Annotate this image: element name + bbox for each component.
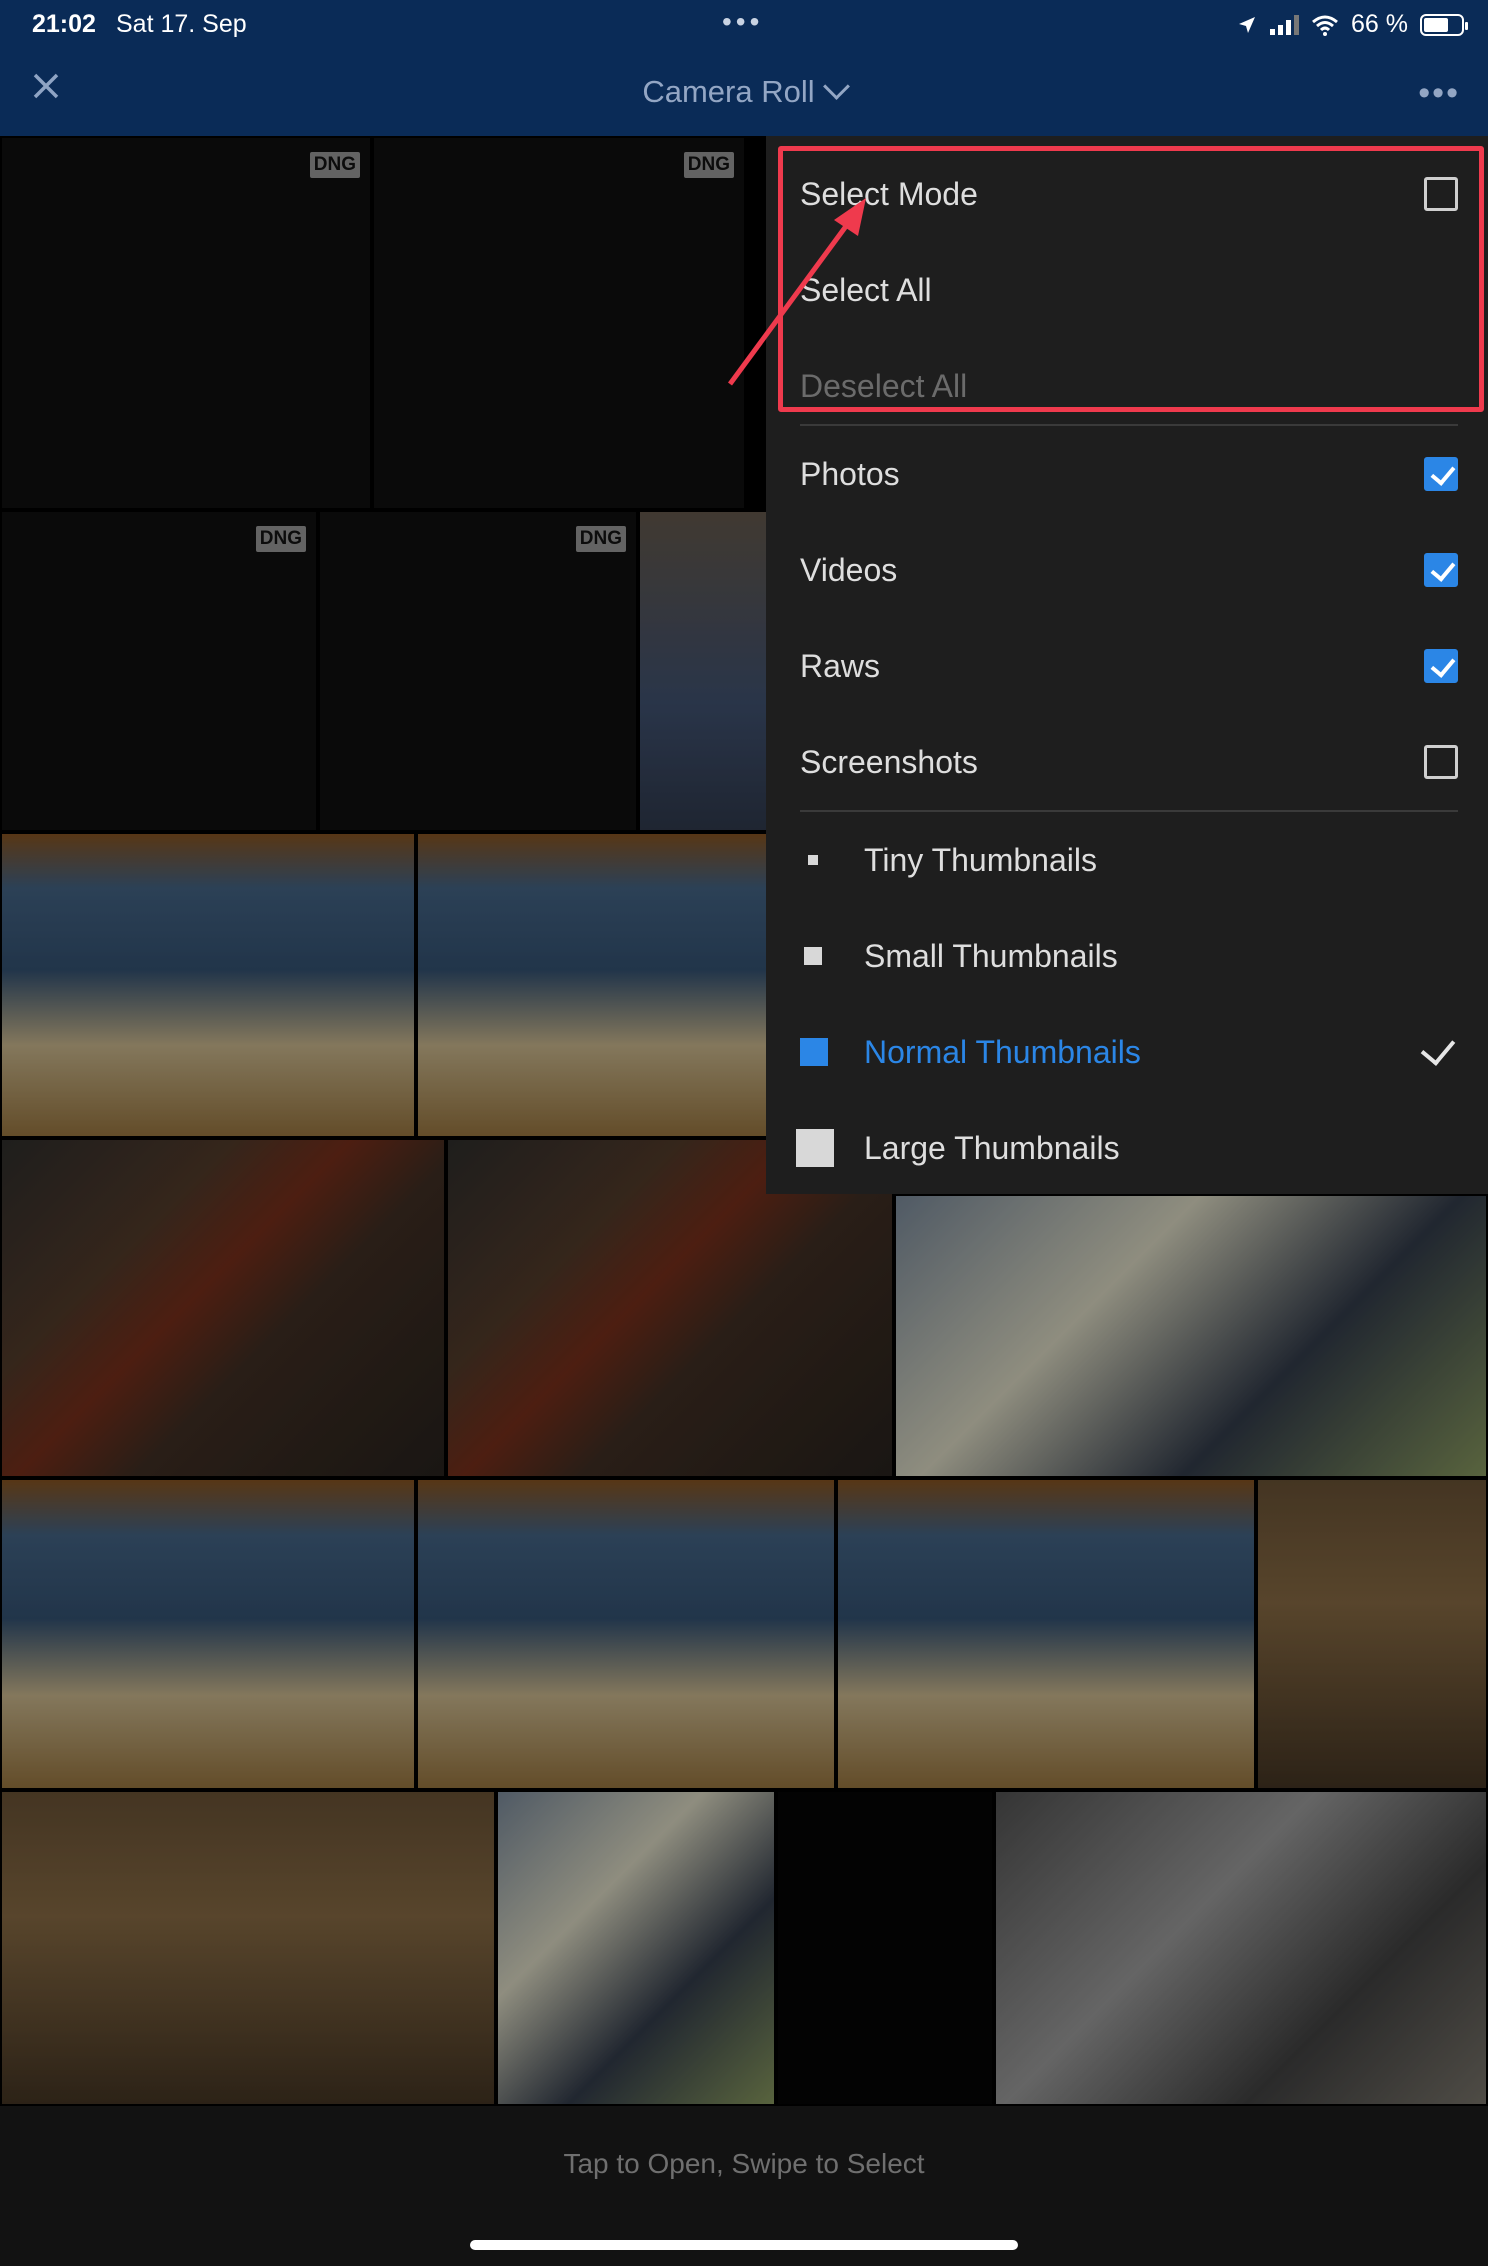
raws-checkbox[interactable] bbox=[1424, 649, 1458, 683]
battery-fill bbox=[1424, 17, 1448, 32]
status-time: 21:02 bbox=[32, 10, 96, 38]
menu-deselect-all[interactable]: Deselect All bbox=[800, 338, 1458, 434]
more-icon[interactable]: ••• bbox=[1418, 74, 1460, 113]
bottom-bar: Tap to Open, Swipe to Select bbox=[0, 2106, 1488, 2266]
multitasking-dots-icon[interactable]: ••• bbox=[722, 6, 763, 38]
photo-tile[interactable]: DNG bbox=[318, 510, 638, 832]
filter-label: Screenshots bbox=[800, 743, 978, 780]
dng-badge: DNG bbox=[683, 152, 734, 178]
options-menu: Select Mode Select All Deselect All Phot… bbox=[766, 136, 1488, 1194]
photo-tile[interactable] bbox=[1256, 1478, 1488, 1790]
menu-select-mode[interactable]: Select Mode bbox=[800, 146, 1458, 242]
photo-tile[interactable] bbox=[836, 1478, 1256, 1790]
normal-thumbnail-icon bbox=[800, 1038, 828, 1066]
photo-tile[interactable] bbox=[0, 1790, 496, 2106]
menu-filter-videos[interactable]: Videos bbox=[800, 522, 1458, 618]
menu-thumb-small[interactable]: Small Thumbnails bbox=[800, 908, 1458, 1004]
tiny-thumbnail-icon bbox=[808, 855, 818, 865]
photo-tile[interactable] bbox=[416, 832, 778, 1138]
photo-tile[interactable] bbox=[0, 1478, 416, 1790]
wifi-icon bbox=[1312, 15, 1338, 36]
menu-thumb-normal[interactable]: Normal Thumbnails bbox=[800, 1004, 1458, 1100]
photo-tile[interactable] bbox=[638, 510, 778, 832]
album-title-dropdown[interactable]: Camera Roll bbox=[0, 73, 1488, 110]
select-mode-checkbox[interactable] bbox=[1424, 177, 1458, 211]
chevron-down-icon bbox=[822, 73, 850, 100]
dng-badge: DNG bbox=[309, 152, 360, 178]
status-bar: 21:02 Sat 17. Sep ••• 66 % bbox=[0, 0, 1488, 46]
signal-icon bbox=[1270, 14, 1300, 35]
nav-bar: Camera Roll ••• bbox=[0, 46, 1488, 136]
home-indicator[interactable] bbox=[470, 2240, 1018, 2250]
filter-label: Videos bbox=[800, 551, 898, 588]
photo-tile[interactable]: DNG bbox=[0, 510, 318, 832]
menu-filter-screenshots[interactable]: Screenshots bbox=[800, 714, 1458, 810]
photo-tile[interactable] bbox=[416, 1478, 836, 1790]
thumb-label: Tiny Thumbnails bbox=[864, 841, 1097, 878]
thumb-label: Large Thumbnails bbox=[864, 1129, 1120, 1166]
photo-tile[interactable]: DNG bbox=[372, 136, 746, 510]
dng-badge: DNG bbox=[575, 526, 626, 552]
menu-select-all[interactable]: Select All bbox=[800, 242, 1458, 338]
photo-tile[interactable] bbox=[0, 832, 416, 1138]
thumb-label: Small Thumbnails bbox=[864, 937, 1118, 974]
select-all-label: Select All bbox=[800, 271, 932, 308]
photo-tile[interactable] bbox=[776, 1790, 994, 2106]
location-icon bbox=[1239, 16, 1256, 33]
dng-badge: DNG bbox=[255, 526, 306, 552]
menu-filter-photos[interactable]: Photos bbox=[800, 426, 1458, 522]
menu-thumb-tiny[interactable]: Tiny Thumbnails bbox=[800, 812, 1458, 908]
photo-tile[interactable] bbox=[994, 1790, 1488, 2106]
album-title: Camera Roll bbox=[642, 74, 815, 109]
filter-label: Photos bbox=[800, 455, 900, 492]
menu-thumb-large[interactable]: Large Thumbnails bbox=[796, 1100, 1458, 1196]
menu-filter-raws[interactable]: Raws bbox=[800, 618, 1458, 714]
footer-hint: Tap to Open, Swipe to Select bbox=[563, 2148, 925, 2179]
battery-icon bbox=[1420, 13, 1468, 36]
filter-label: Raws bbox=[800, 647, 881, 684]
videos-checkbox[interactable] bbox=[1424, 553, 1458, 587]
small-thumbnail-icon bbox=[804, 947, 822, 965]
photo-tile[interactable] bbox=[496, 1790, 776, 2106]
thumb-label: Normal Thumbnails bbox=[864, 1033, 1141, 1070]
status-indicators: 66 % bbox=[1237, 10, 1468, 39]
photos-checkbox[interactable] bbox=[1424, 457, 1458, 491]
status-date: Sat 17. Sep bbox=[116, 10, 247, 38]
screenshots-checkbox[interactable] bbox=[1424, 745, 1458, 779]
photo-tile[interactable] bbox=[894, 1194, 1488, 1478]
photo-tile[interactable]: DNG bbox=[0, 136, 372, 510]
photo-tile[interactable] bbox=[0, 1138, 446, 1478]
battery-percent: 66 % bbox=[1351, 10, 1408, 38]
large-thumbnail-icon bbox=[796, 1129, 834, 1167]
deselect-all-label: Deselect All bbox=[800, 367, 968, 404]
select-mode-label: Select Mode bbox=[800, 175, 978, 212]
